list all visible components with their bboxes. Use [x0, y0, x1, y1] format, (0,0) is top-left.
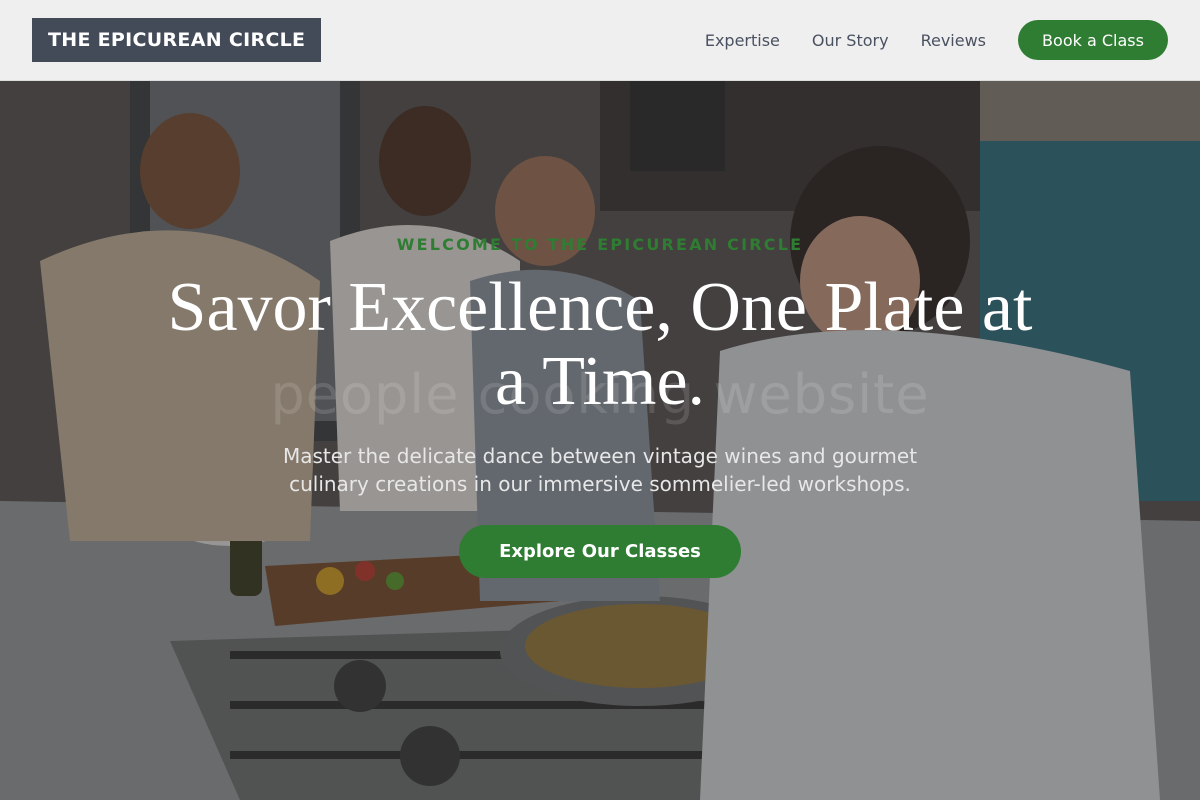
hero-section: people cooking website WELCOME TO THE EP… [0, 81, 1200, 800]
hero-dark-overlay [0, 81, 1200, 800]
nav-link-our-story[interactable]: Our Story [812, 31, 889, 50]
site-logo[interactable]: THE EPICUREAN CIRCLE [32, 18, 322, 62]
hero-eyebrow: WELCOME TO THE EPICUREAN CIRCLE [396, 235, 804, 254]
nav-link-reviews[interactable]: Reviews [921, 31, 986, 50]
hero-headline: Savor Excellence, One Plate at a Time. [167, 269, 1033, 420]
nav-link-expertise[interactable]: Expertise [705, 31, 780, 50]
hero-subtext: Master the delicate dance between vintag… [282, 444, 918, 496]
site-header: THE EPICUREAN CIRCLE Expertise Our Story… [0, 0, 1200, 81]
book-class-button[interactable]: Book a Class [1018, 20, 1168, 60]
main-nav: Expertise Our Story Reviews Book a Class [705, 20, 1168, 60]
explore-classes-button[interactable]: Explore Our Classes [459, 525, 741, 578]
